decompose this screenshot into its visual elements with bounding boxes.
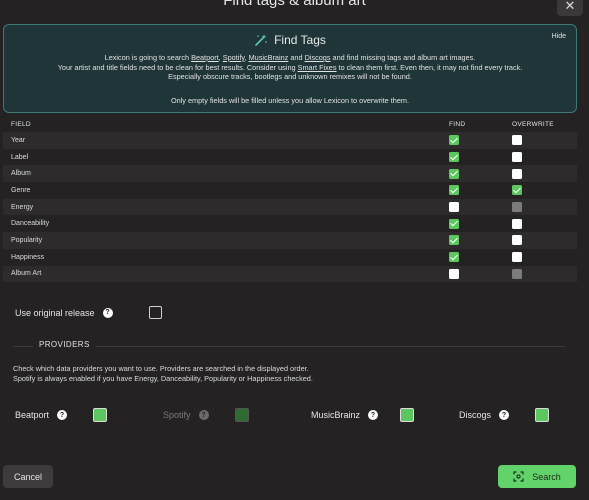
musicbrainz-link[interactable]: MusicBrainz [249,53,289,62]
providers-title: PROVIDERS [33,340,96,349]
find-checkbox[interactable] [449,168,459,179]
table-row: Happiness [3,248,577,266]
column-header-overwrite: OVERWRITE [512,121,554,128]
table-row: Danceability [3,215,577,233]
overwrite-checkbox[interactable] [512,218,522,229]
info-text: Lexicon is going to search Beatport, Spo… [57,53,523,82]
overwrite-checkbox [512,268,522,279]
provider-name: Spotify [163,410,191,420]
column-header-find: FIND [449,121,466,128]
field-name: Happiness [3,248,449,266]
field-name: Genre [3,182,449,199]
spotify-link[interactable]: Spotify [223,53,245,62]
fields-table: FIELD FIND OVERWRITE Year Label Album Genre… [3,117,577,283]
overwrite-checkbox[interactable] [512,168,522,179]
smart-fixes-link[interactable]: Smart Fixes [298,63,337,72]
help-icon[interactable]: ? [57,410,68,420]
find-checkbox[interactable] [449,202,459,213]
find-checkbox[interactable] [449,268,459,279]
providers-divider [13,346,565,347]
discogs-link[interactable]: Discogs [305,53,331,62]
find-checkbox[interactable] [449,135,459,146]
find-checkbox[interactable] [449,152,459,163]
provider-musicbrainz: MusicBrainz ? [311,408,415,422]
column-header-field: FIELD [11,121,31,128]
provider-name: Discogs [459,410,492,420]
hide-link[interactable]: Hide [552,33,566,40]
find-checkbox[interactable] [449,218,459,229]
scan-icon [513,471,524,482]
field-name: Label [3,148,449,166]
field-name: Year [3,132,449,149]
help-icon[interactable]: ? [102,307,113,318]
info-panel: Find Tags Hide Lexicon is going to searc… [3,24,577,113]
find-checkbox[interactable] [449,252,459,263]
help-icon[interactable]: ? [198,410,209,420]
overwrite-checkbox[interactable] [512,152,522,163]
find-checkbox[interactable] [449,185,459,196]
help-icon[interactable]: ? [368,410,379,420]
table-row: Popularity [3,232,577,249]
overwrite-checkbox[interactable] [512,185,522,196]
dialog-title: Find tags & album art [223,0,366,9]
close-icon: ✕ [564,0,576,13]
provider-checkbox-discogs[interactable] [535,408,550,422]
original-release-row: Use original release ? [15,306,162,319]
original-release-label: Use original release [15,307,95,318]
find-checkbox[interactable] [449,235,459,246]
field-name: Energy [3,198,449,216]
magic-wand-icon [255,34,267,46]
original-release-checkbox[interactable] [148,306,162,319]
help-icon[interactable]: ? [499,410,510,420]
info-header: Find Tags [4,33,576,47]
field-name: Danceability [3,215,449,233]
search-button[interactable]: Search [498,465,576,488]
field-name: Popularity [3,232,449,249]
search-label: Search [532,471,561,482]
cancel-button[interactable]: Cancel [3,465,53,488]
close-button[interactable]: ✕ [557,0,583,16]
overwrite-checkbox[interactable] [512,235,522,246]
table-row: Label [3,148,577,166]
field-name: Album [3,165,449,183]
overwrite-checkbox [512,202,522,213]
table-row: Genre [3,182,577,199]
table-row: Album Art [3,265,577,283]
overwrite-checkbox[interactable] [512,252,522,263]
provider-name: MusicBrainz [311,410,361,420]
provider-checkbox-beatport[interactable] [93,408,108,422]
info-title: Find Tags [274,33,326,47]
table-row: Energy [3,198,577,216]
providers-description: Check which data providers you want to u… [13,364,313,383]
provider-name: Beatport [15,410,50,420]
provider-discogs: Discogs ? [459,408,550,422]
field-name: Album Art [3,265,449,283]
provider-checkbox-spotify [234,408,249,422]
provider-beatport: Beatport ? [15,408,108,422]
table-row: Year [3,132,577,149]
info-note: Only empty fields will be filled unless … [170,96,410,105]
provider-checkbox-musicbrainz[interactable] [400,408,415,422]
table-row: Album [3,165,577,183]
provider-spotify: Spotify ? [163,408,249,422]
beatport-link[interactable]: Beatport [191,53,219,62]
overwrite-checkbox[interactable] [512,135,522,146]
